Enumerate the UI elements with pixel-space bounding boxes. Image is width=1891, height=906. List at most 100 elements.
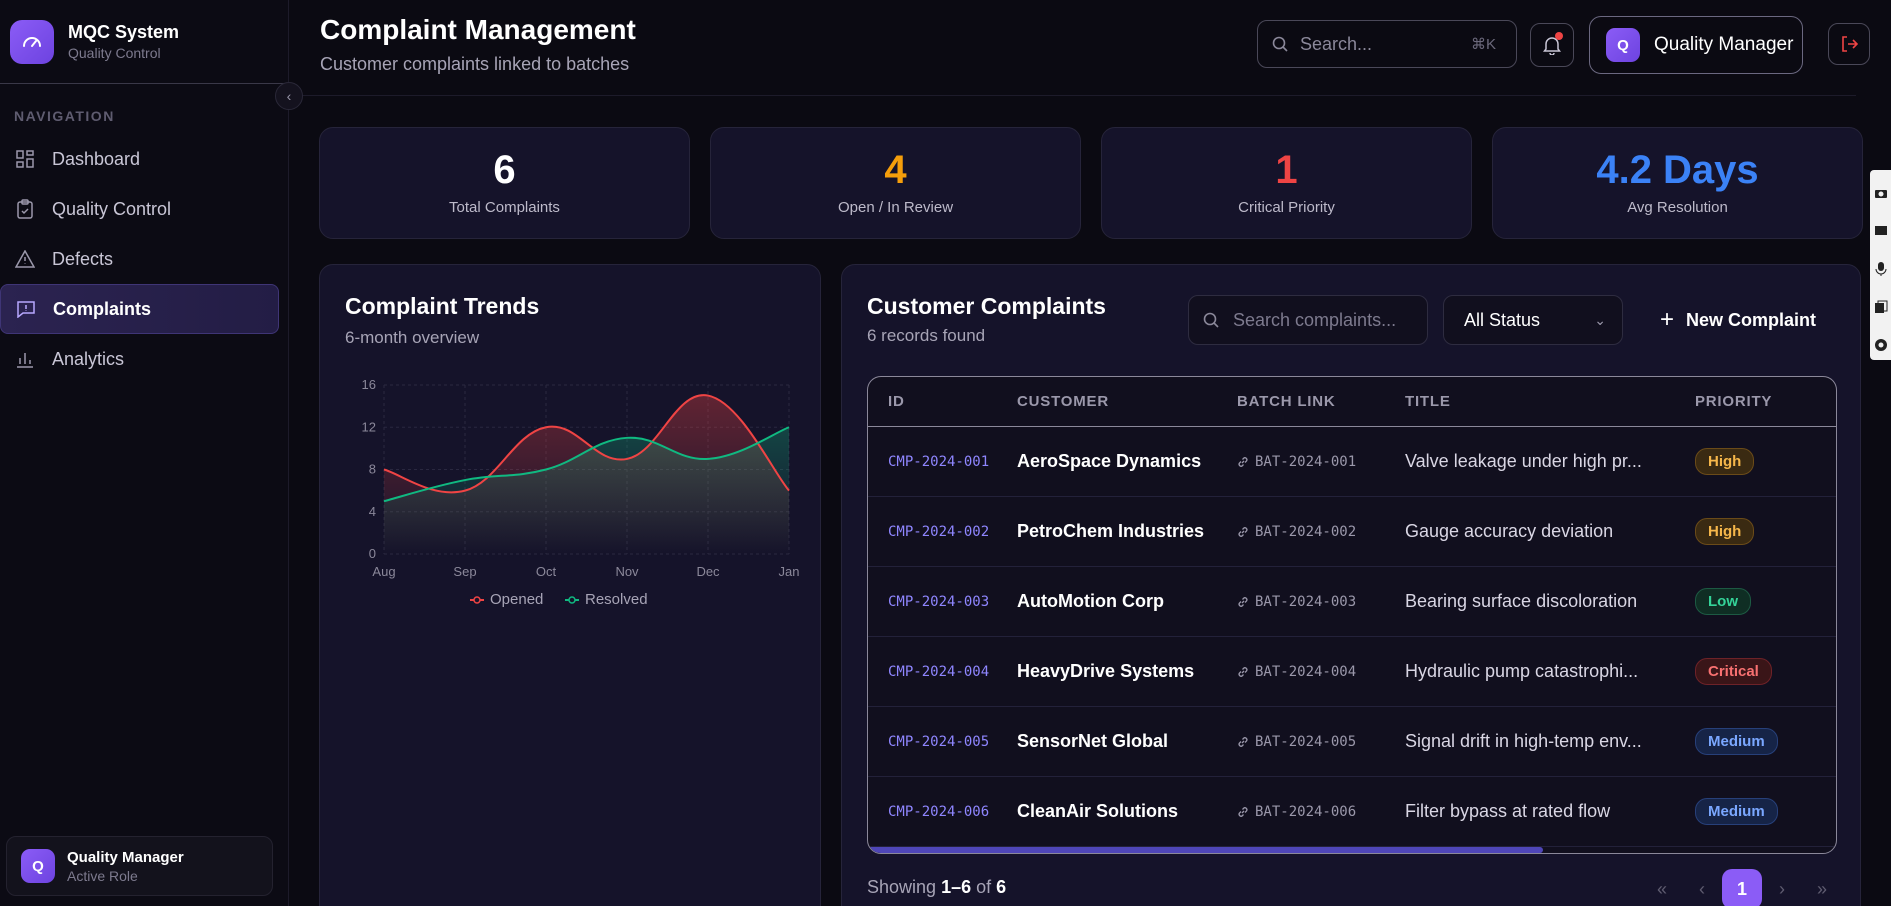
grid-icon (14, 148, 36, 170)
sidebar-item-label: Dashboard (52, 148, 141, 169)
card-title: Complaint Trends (345, 293, 540, 319)
batch-link[interactable]: BAT-2024-006 (1237, 804, 1405, 820)
y-tick-label: 4 (369, 504, 376, 519)
last-page-button[interactable]: » (1802, 869, 1842, 906)
stat-value: 1 (1275, 148, 1298, 192)
nav-list: Dashboard Quality Control Defects Compla… (0, 134, 289, 384)
gear-icon[interactable] (1870, 330, 1891, 360)
role-switcher-button[interactable]: Q Quality Manager (1589, 16, 1803, 74)
priority-badge: Medium (1695, 728, 1778, 755)
stat-value: 6 (493, 148, 516, 192)
app-name: MQC System (68, 22, 180, 42)
stat-label: Critical Priority (1238, 199, 1335, 216)
clipboard-check-icon (14, 198, 36, 220)
table-row[interactable]: CMP-2024-006 CleanAir Solutions BAT-2024-0… (868, 777, 1836, 847)
card-title: Customer Complaints (867, 293, 1106, 319)
table-row[interactable]: CMP-2024-004 HeavyDrive Systems BAT-2024-0… (868, 637, 1836, 707)
legend-label: Resolved (585, 591, 648, 608)
sidebar-item-quality-control[interactable]: Quality Control (0, 184, 279, 234)
page-subtitle: Customer complaints linked to batches (320, 54, 630, 74)
column-header-batch-link[interactable]: BATCH LINK (1237, 393, 1405, 410)
cell-priority: Low (1695, 588, 1835, 615)
column-header-priority[interactable]: PRIORITY (1695, 393, 1835, 410)
batch-id: BAT-2024-002 (1255, 523, 1357, 540)
complaint-title: Signal drift in high-temp env... (1405, 731, 1642, 751)
collapse-sidebar-button[interactable]: ‹ (275, 82, 303, 110)
table-body: CMP-2024-001 AeroSpace Dynamics BAT-2024-0… (868, 427, 1836, 847)
role-label: Quality Manager (1654, 34, 1794, 55)
batch-link[interactable]: BAT-2024-001 (1237, 454, 1405, 470)
y-tick-label: 12 (362, 419, 376, 434)
sidebar-user-card[interactable]: Q Quality Manager Active Role (6, 836, 273, 896)
cell-customer: PetroChem Industries (1017, 521, 1237, 542)
sidebar-item-dashboard[interactable]: Dashboard (0, 134, 279, 184)
nav-heading: NAVIGATION (14, 108, 115, 124)
legend-label: Opened (490, 591, 543, 608)
cell-batch: BAT-2024-006 (1237, 804, 1405, 820)
batch-id: BAT-2024-004 (1255, 663, 1357, 680)
prev-page-button[interactable]: ‹ (1682, 869, 1722, 906)
table-row[interactable]: CMP-2024-002 PetroChem Industries BAT-2024… (868, 497, 1836, 567)
new-complaint-label: New Complaint (1686, 309, 1817, 330)
batch-link[interactable]: BAT-2024-004 (1237, 664, 1405, 680)
sidebar-item-analytics[interactable]: Analytics (0, 334, 279, 384)
column-header-customer[interactable]: CUSTOMER (1017, 393, 1237, 410)
logout-button[interactable] (1828, 23, 1870, 65)
summary-range: 1–6 (941, 877, 972, 897)
column-header-title[interactable]: TITLE (1405, 393, 1695, 410)
batch-link[interactable]: BAT-2024-005 (1237, 734, 1405, 750)
notifications-button[interactable] (1530, 23, 1574, 67)
sidebar-item-complaints[interactable]: Complaints (0, 284, 279, 334)
message-alert-icon (15, 298, 37, 320)
status-filter-select[interactable]: All Status ⌄ (1443, 295, 1623, 345)
brand[interactable]: MQC System Quality Control (0, 0, 288, 84)
priority-badge: High (1695, 518, 1755, 545)
next-page-button[interactable]: › (1762, 869, 1802, 906)
record-count: 6 records found (867, 326, 986, 345)
complaints-table: ID CUSTOMER BATCH LINK TITLE PRIORITY CM… (867, 376, 1837, 854)
complaints-search-input[interactable]: Search complaints... (1188, 295, 1428, 345)
avatar: Q (1606, 28, 1640, 62)
camera-icon[interactable] (1870, 178, 1891, 208)
table-row[interactable]: CMP-2024-005 SensorNet Global BAT-2024-005… (868, 707, 1836, 777)
sidebar-item-defects[interactable]: Defects (0, 234, 279, 284)
x-tick-label: Nov (615, 564, 639, 579)
screen-icon[interactable] (1870, 216, 1891, 246)
table-row[interactable]: CMP-2024-001 AeroSpace Dynamics BAT-2024-0… (868, 427, 1836, 497)
complaint-id-link[interactable]: CMP-2024-004 (888, 664, 989, 680)
user-role: Active Role (67, 867, 138, 884)
cell-batch: BAT-2024-001 (1237, 454, 1405, 470)
avatar: Q (21, 849, 55, 883)
column-header-id[interactable]: ID (868, 393, 1017, 410)
customer-name: AutoMotion Corp (1017, 591, 1164, 611)
cell-title: Signal drift in high-temp env... (1405, 731, 1695, 752)
global-search-input[interactable]: Search... ⌘K (1257, 20, 1517, 68)
horizontal-scrollbar[interactable] (868, 847, 1543, 853)
complaint-id-link[interactable]: CMP-2024-002 (888, 524, 989, 540)
link-icon (1237, 806, 1249, 818)
y-tick-label: 0 (369, 546, 376, 561)
batch-link[interactable]: BAT-2024-003 (1237, 594, 1405, 610)
cell-title: Hydraulic pump catastrophi... (1405, 661, 1695, 682)
page-button-current[interactable]: 1 (1722, 869, 1762, 906)
microphone-icon[interactable] (1870, 254, 1891, 284)
complaint-id-link[interactable]: CMP-2024-001 (888, 454, 989, 470)
complaint-id-link[interactable]: CMP-2024-006 (888, 804, 989, 820)
cell-priority: High (1695, 448, 1835, 475)
cell-customer: AeroSpace Dynamics (1017, 451, 1237, 472)
complaint-id-link[interactable]: CMP-2024-003 (888, 594, 989, 610)
copy-icon[interactable] (1870, 292, 1891, 322)
batch-id: BAT-2024-003 (1255, 593, 1357, 610)
pagination-summary: Showing 1–6 of 6 (867, 877, 1006, 898)
y-tick-label: 16 (362, 377, 376, 392)
batch-link[interactable]: BAT-2024-002 (1237, 524, 1405, 540)
new-complaint-button[interactable]: + New Complaint (1660, 295, 1816, 345)
complaint-id-link[interactable]: CMP-2024-005 (888, 734, 989, 750)
sidebar-item-label: Quality Control (52, 198, 172, 219)
first-page-button[interactable]: « (1642, 869, 1682, 906)
link-icon (1237, 736, 1249, 748)
cell-batch: BAT-2024-002 (1237, 524, 1405, 540)
table-row[interactable]: CMP-2024-003 AutoMotion Corp BAT-2024-003 B… (868, 567, 1836, 637)
search-icon (1203, 312, 1219, 328)
complaint-trends-card: Complaint Trends 6-month overview 0 4 8 12 1… (319, 264, 821, 906)
